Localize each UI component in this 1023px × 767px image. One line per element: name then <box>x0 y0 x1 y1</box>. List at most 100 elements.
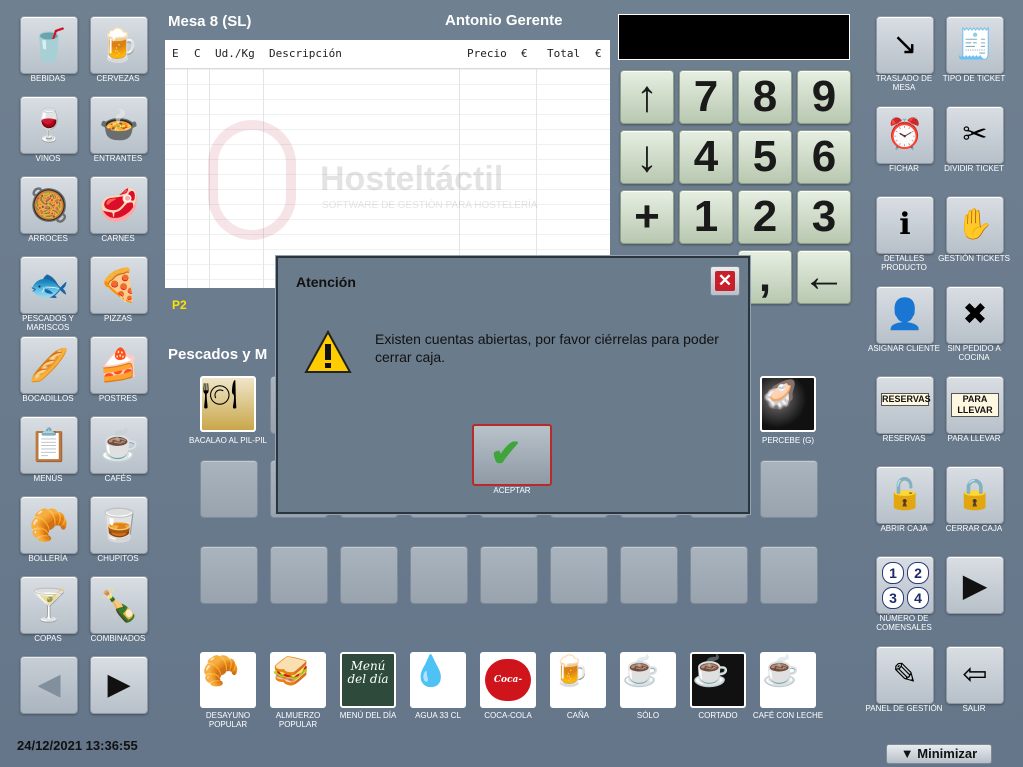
pos-screen: 🥤 BEBIDAS 🍺 CERVEZAS 🍷 VINOS 🍲 ENTRANTES 🥘 ARROCE… <box>0 0 1023 767</box>
action-takeaway-bag[interactable]: PARA LLEVAR <box>946 376 1004 434</box>
action-manage-tickets[interactable]: ✋ <box>946 196 1004 254</box>
pizza-icon: 🍕 <box>99 267 139 303</box>
dialog-close-button[interactable]: ✕ <box>710 266 740 296</box>
action-exit[interactable]: ⇦ <box>946 646 1004 704</box>
key-backspace[interactable]: ← <box>797 250 851 304</box>
key-4[interactable]: 4 <box>679 130 733 184</box>
action-assign-client[interactable]: 👤 <box>876 286 934 344</box>
prev-page-button[interactable]: ◀ <box>20 656 78 714</box>
next-page-button[interactable]: ▶ <box>90 656 148 714</box>
category-shot-glass[interactable]: 🥃 <box>90 496 148 554</box>
minimize-button[interactable]: ▼ Minimizar <box>886 744 992 764</box>
category-croissant[interactable]: 🥐 <box>20 496 78 554</box>
empty-product-slot[interactable] <box>200 546 258 604</box>
empty-product-slot[interactable] <box>340 546 398 604</box>
close-safe-icon: 🔒 <box>956 478 994 511</box>
category-menu-board[interactable]: 📋 <box>20 416 78 474</box>
action-product-details[interactable]: ℹ <box>876 196 934 254</box>
diner-digit: 2 <box>907 562 929 584</box>
category-label: COMBINADOS <box>90 634 146 643</box>
dialog-message: Existen cuentas abiertas, por favor ciér… <box>375 331 719 365</box>
quick-espresso[interactable]: ☕ <box>620 652 676 708</box>
paella-icon: 🥘 <box>29 187 69 223</box>
action-reservations[interactable]: RESERVAS <box>876 376 934 434</box>
category-pizza[interactable]: 🍕 <box>90 256 148 314</box>
key-up[interactable]: ↑ <box>620 70 674 124</box>
quick-cortado[interactable]: ☕ <box>690 652 746 708</box>
empty-product-slot[interactable] <box>270 546 328 604</box>
empty-product-slot[interactable] <box>550 546 608 604</box>
alert-dialog: Atención ✕ Existen cuentas abiertas, por… <box>276 256 750 514</box>
quick-label: CAÑA <box>566 711 590 720</box>
checkmark-icon: ✔ <box>490 433 522 475</box>
category-cake[interactable]: 🍰 <box>90 336 148 394</box>
category-wine-glass[interactable]: 🍷 <box>20 96 78 154</box>
category-drink-glass[interactable]: 🥤 <box>20 16 78 74</box>
key-3[interactable]: 3 <box>797 190 851 244</box>
key-8[interactable]: 8 <box>738 70 792 124</box>
dialog-title: Atención <box>296 274 356 290</box>
product-barnacles[interactable]: 🦪 <box>760 376 816 432</box>
quick-coffee-milk[interactable]: ☕ <box>760 652 816 708</box>
category-soup-plate[interactable]: 🍲 <box>90 96 148 154</box>
empty-product-slot[interactable] <box>410 546 468 604</box>
empty-product-slot[interactable] <box>480 546 538 604</box>
key-plus[interactable]: + <box>620 190 674 244</box>
action-no-kitchen-order[interactable]: ✖ <box>946 286 1004 344</box>
action-label: GESTIÓN TICKETS <box>938 254 1010 263</box>
action-play-arrow[interactable]: ▶ <box>946 556 1004 614</box>
action-diners-number[interactable]: 1234 <box>876 556 934 614</box>
category-coffee-cup[interactable]: ☕ <box>90 416 148 474</box>
action-split-ticket[interactable]: ✂ <box>946 106 1004 164</box>
action-table-move[interactable]: ↘ <box>876 16 934 74</box>
product-cod-dish[interactable]: 🍽 <box>200 376 256 432</box>
empty-product-slot[interactable] <box>200 460 258 518</box>
key-5[interactable]: 5 <box>738 130 792 184</box>
table-title: Mesa 8 (SL) <box>168 13 252 30</box>
diner-digit: 1 <box>882 562 904 584</box>
shot-glass-icon: 🥃 <box>99 507 139 543</box>
quick-breakfast[interactable]: 🥐 <box>200 652 256 708</box>
category-brandy-glass[interactable]: 🍸 <box>20 576 78 634</box>
action-open-safe[interactable]: 🔓 <box>876 466 934 524</box>
key-down[interactable]: ↓ <box>620 130 674 184</box>
key-6[interactable]: 6 <box>797 130 851 184</box>
empty-product-slot[interactable] <box>620 546 678 604</box>
action-management-panel[interactable]: ✎ <box>876 646 934 704</box>
quick-menu-chalkboard[interactable]: Menú del día <box>340 652 396 708</box>
no-kitchen-order-icon: ✖ <box>962 298 988 331</box>
column-divider <box>187 40 188 288</box>
action-ticket-type[interactable]: 🧾 <box>946 16 1004 74</box>
quick-water-bottle[interactable]: 💧 <box>410 652 466 708</box>
key-9[interactable]: 9 <box>797 70 851 124</box>
action-close-safe[interactable]: 🔒 <box>946 466 1004 524</box>
accept-button[interactable]: ✔ <box>472 424 552 486</box>
product-label: BACALAO AL PIL-PIL <box>189 436 267 445</box>
open-safe-icon: 🔓 <box>886 478 924 511</box>
quick-coca-cola[interactable]: Coca-Cola <box>480 652 536 708</box>
soup-plate-icon: 🍲 <box>99 107 139 143</box>
espresso-icon: ☕ <box>622 655 660 688</box>
category-label: CAFÉS <box>104 474 132 483</box>
empty-product-slot[interactable] <box>690 546 748 604</box>
category-label: CARNES <box>101 234 135 243</box>
quick-lunch[interactable]: 🥪 <box>270 652 326 708</box>
key-1[interactable]: 1 <box>679 190 733 244</box>
key-7[interactable]: 7 <box>679 70 733 124</box>
play-arrow-icon: ▶ <box>962 567 988 603</box>
category-cola-bottle[interactable]: 🍾 <box>90 576 148 634</box>
action-clock-in[interactable]: ⏰ <box>876 106 934 164</box>
coffee-milk-icon: ☕ <box>762 655 800 688</box>
quick-beer-glass[interactable]: 🍺 <box>550 652 606 708</box>
key-2[interactable]: 2 <box>738 190 792 244</box>
category-paella[interactable]: 🥘 <box>20 176 78 234</box>
category-steak[interactable]: 🥩 <box>90 176 148 234</box>
category-beer-mug[interactable]: 🍺 <box>90 16 148 74</box>
empty-product-slot[interactable] <box>760 460 818 518</box>
warning-icon <box>304 330 352 373</box>
arrow-right-icon: ▶ <box>107 668 131 701</box>
category-sandwich[interactable]: 🥖 <box>20 336 78 394</box>
category-fish[interactable]: 🐟 <box>20 256 78 314</box>
empty-product-slot[interactable] <box>760 546 818 604</box>
action-label: FICHAR <box>889 164 919 173</box>
